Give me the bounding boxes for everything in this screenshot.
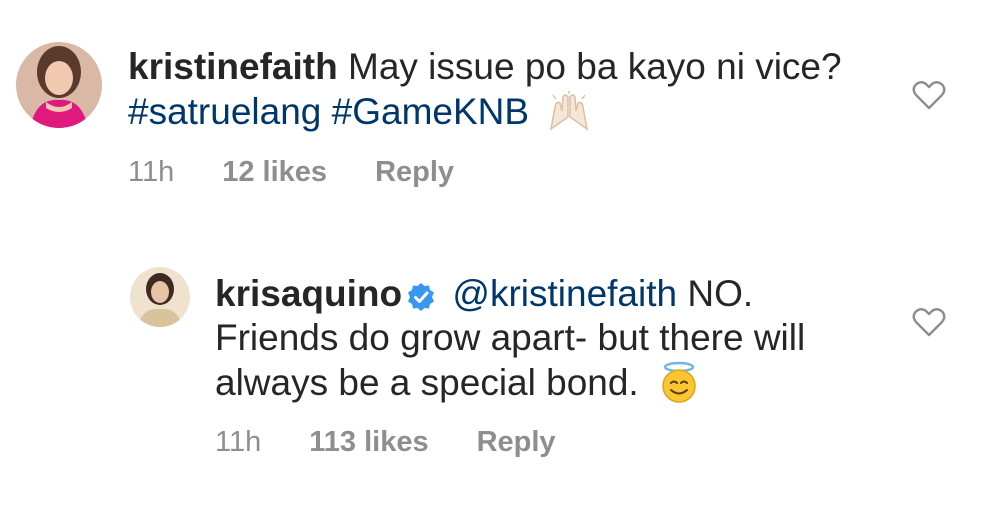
comment-meta: 11h 12 likes Reply bbox=[128, 156, 454, 189]
avatar-image bbox=[16, 42, 102, 128]
comment: kristinefaith May issue po ba kayo ni vi… bbox=[0, 0, 1000, 250]
comment-body: kristinefaith May issue po ba kayo ni vi… bbox=[128, 45, 848, 139]
comment-time: 11h bbox=[215, 426, 262, 458]
smiling-face-with-halo-emoji bbox=[657, 360, 701, 404]
comment-time: 11h bbox=[128, 156, 175, 188]
reply-comment: krisaquino @kristinefaith NO. Friends do… bbox=[0, 250, 1000, 505]
hashtag-link[interactable]: #GameKNB bbox=[332, 91, 529, 132]
comment-meta: 11h 113 likes Reply bbox=[215, 426, 556, 459]
comment-username[interactable]: kristinefaith bbox=[128, 46, 338, 87]
verified-badge-icon bbox=[406, 278, 436, 312]
mention-link[interactable]: @kristinefaith bbox=[452, 273, 677, 314]
avatar[interactable] bbox=[130, 267, 190, 327]
comment-username[interactable]: krisaquino bbox=[215, 273, 402, 314]
heart-outline-icon[interactable] bbox=[912, 307, 946, 337]
likes-count[interactable]: 113 likes bbox=[309, 426, 428, 459]
comment-body: krisaquino @kristinefaith NO. Friends do… bbox=[215, 272, 855, 410]
heart-outline-icon[interactable] bbox=[912, 80, 946, 110]
reply-button[interactable]: Reply bbox=[477, 426, 556, 459]
hashtag-link[interactable]: #satruelang bbox=[128, 91, 321, 132]
avatar[interactable] bbox=[16, 42, 102, 128]
avatar-image bbox=[130, 267, 190, 327]
comment-text: May issue po ba kayo ni vice? bbox=[348, 46, 842, 87]
raised-hands-emoji bbox=[547, 89, 591, 133]
reply-button[interactable]: Reply bbox=[375, 156, 454, 189]
likes-count[interactable]: 12 likes bbox=[222, 156, 327, 189]
